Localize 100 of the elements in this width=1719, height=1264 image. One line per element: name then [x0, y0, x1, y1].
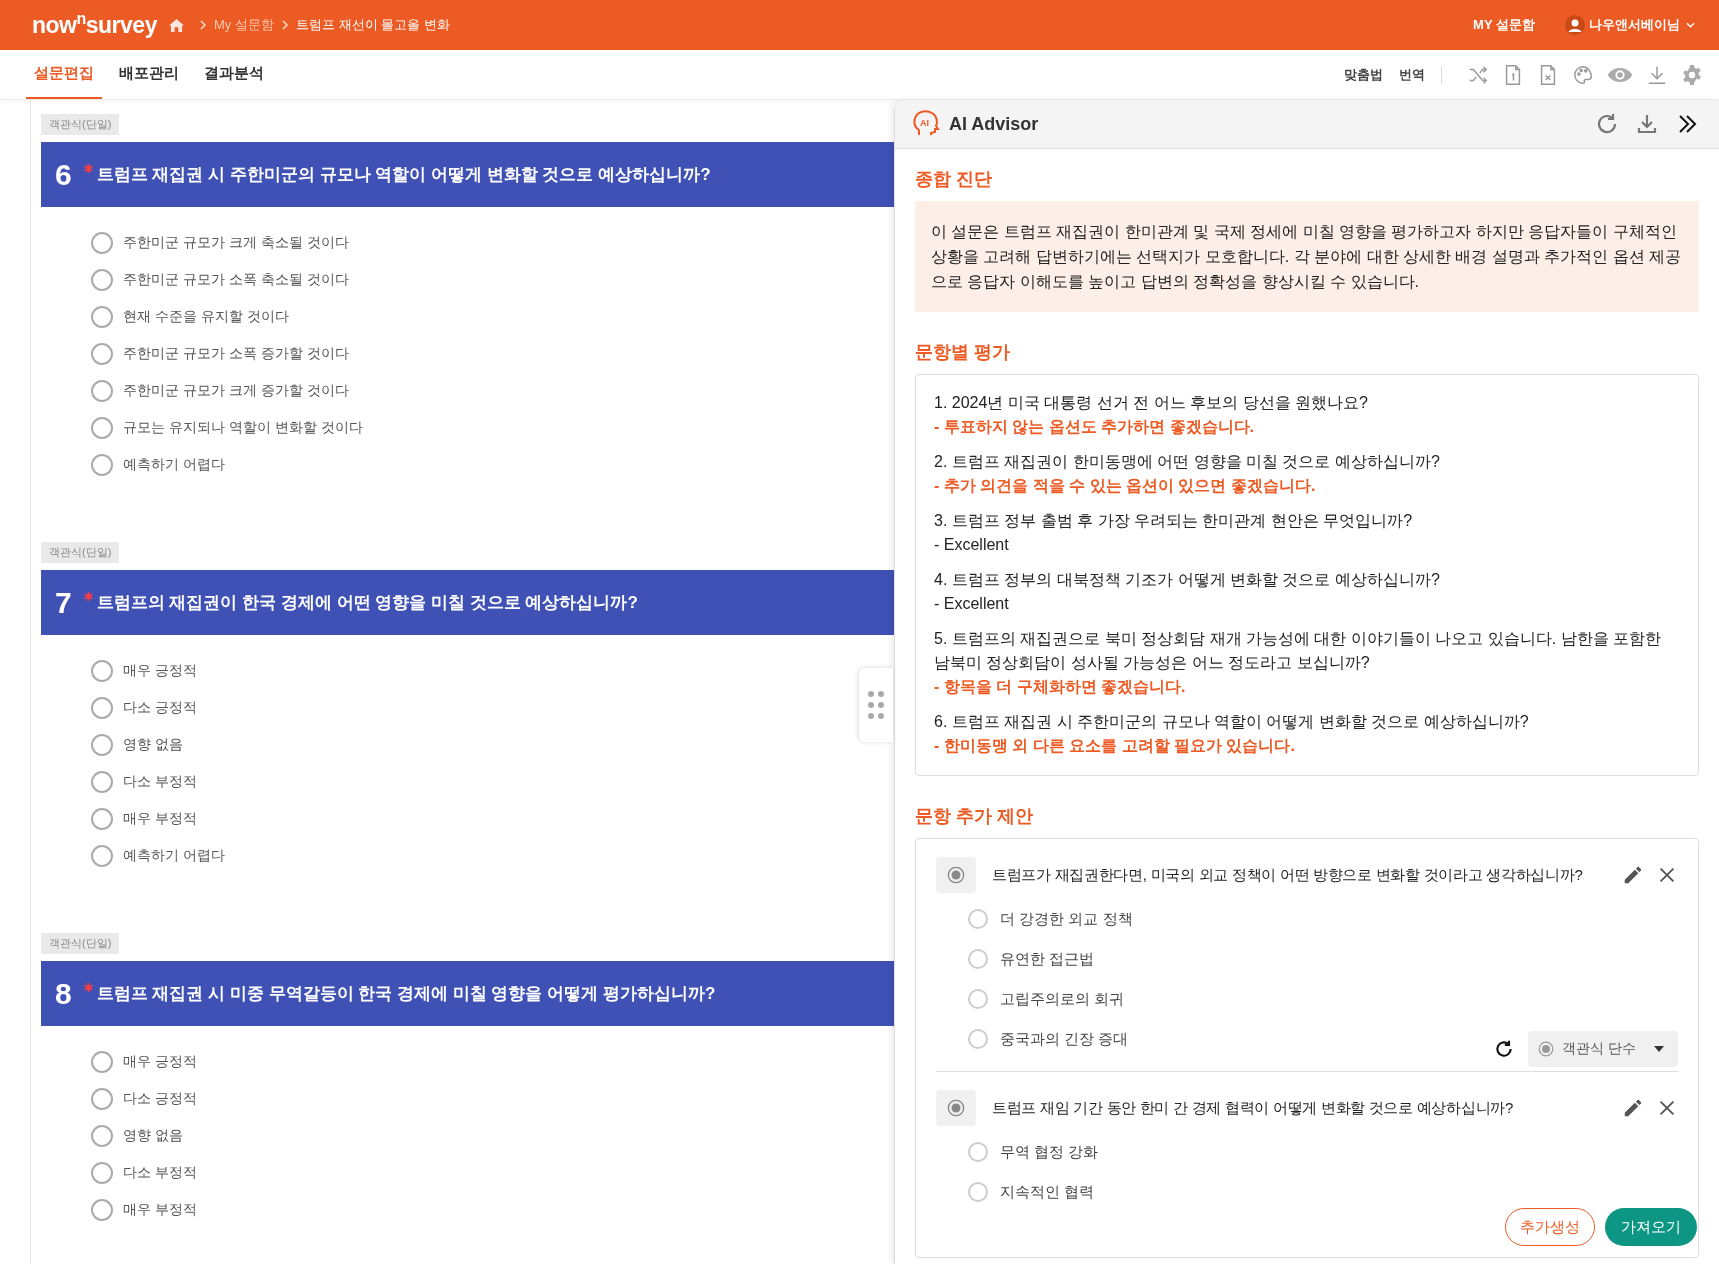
- settings-icon[interactable]: [1681, 63, 1703, 86]
- section-heading: 문항별 평가: [915, 341, 1011, 364]
- option-label: 지속적인 협력: [1000, 1182, 1095, 1202]
- radio-button[interactable]: [91, 453, 113, 476]
- option-label: 매우 긍정적: [123, 1052, 197, 1071]
- radio-button[interactable]: [91, 416, 113, 439]
- radio-button[interactable]: [91, 807, 113, 830]
- suggested-question-title: 트럼프가 재집권한다면, 미국의 외교 정책이 어떤 방향으로 변화할 것이라고 생각하십니까?: [992, 865, 1584, 885]
- option-label: 다소 긍정적: [123, 698, 197, 717]
- chevron-icon: [281, 20, 288, 30]
- toolbar-link[interactable]: 번역: [1399, 65, 1425, 84]
- evaluation-comment: - 투표하지 않는 옵션도 추가하면 좋겠습니다.: [934, 417, 1255, 437]
- radio-button[interactable]: [91, 696, 113, 719]
- option-label: 영향 없음: [123, 735, 183, 754]
- radio-button[interactable]: [968, 909, 988, 929]
- radio-button[interactable]: [968, 1182, 988, 1202]
- evaluation-question: 1. 2024년 미국 대통령 선거 전 어느 후보의 당선을 원했나요?: [934, 393, 1369, 413]
- option-label: 주한미군 규모가 크게 증가할 것이다: [123, 381, 349, 400]
- panel-title: AI Advisor: [949, 113, 1039, 135]
- radio-button[interactable]: [91, 268, 113, 291]
- option-label: 주한미군 규모가 소폭 증가할 것이다: [123, 344, 349, 363]
- refresh-icon[interactable]: [1494, 1039, 1514, 1059]
- chevron-icon: [199, 20, 206, 30]
- option-label: 주한미군 규모가 크게 축소될 것이다: [123, 233, 349, 252]
- question-number: 7: [55, 585, 72, 620]
- breadcrumb-link[interactable]: 트럼프 재선이 몰고올 변화: [295, 16, 450, 34]
- radio-button[interactable]: [968, 949, 988, 969]
- radio-button[interactable]: [91, 1087, 113, 1110]
- section-heading: 문항 추가 제안: [915, 805, 1034, 828]
- radio-type-icon: [936, 1090, 976, 1126]
- question-title: 트럼프의 재집권이 한국 경제에 어떤 영향을 미칠 것으로 예상하십니까?: [96, 592, 638, 614]
- radio-button[interactable]: [91, 844, 113, 867]
- tab[interactable]: 설문편집: [26, 50, 102, 99]
- option-label: 매우 부정적: [123, 809, 197, 828]
- radio-button[interactable]: [91, 733, 113, 756]
- radio-button[interactable]: [91, 342, 113, 365]
- question-type-tag: 객관식(단일): [41, 542, 120, 563]
- radio-button[interactable]: [968, 989, 988, 1009]
- question-title: 트럼프 재집권 시 주한미군의 규모나 역할이 어떻게 변화할 것으로 예상하십니까?: [96, 164, 711, 186]
- radio-button[interactable]: [968, 1029, 988, 1049]
- question-title: 트럼프 재집권 시 미중 무역갈등이 한국 경제에 미칠 영향을 어떻게 평가하십니까?: [96, 983, 716, 1005]
- option-label: 예측하기 어렵다: [123, 455, 225, 474]
- option-label: 유연한 접근법: [1000, 949, 1095, 969]
- section-heading: 종합 진단: [915, 168, 993, 191]
- option-label: 중국과의 긴장 증대: [1000, 1029, 1129, 1049]
- radio-type-icon: [1538, 1041, 1554, 1057]
- option-label: 고립주의로의 회귀: [1000, 989, 1125, 1009]
- option-label: 현재 수준을 유지할 것이다: [123, 307, 289, 326]
- radio-button[interactable]: [91, 379, 113, 402]
- option-label: 더 강경한 외교 정책: [1000, 909, 1133, 929]
- option-label: 주한미군 규모가 소폭 축소될 것이다: [123, 270, 349, 289]
- radio-button[interactable]: [91, 1124, 113, 1147]
- radio-button[interactable]: [91, 659, 113, 682]
- option-label: 매우 긍정적: [123, 661, 197, 680]
- option-label: 규모는 유지되나 역할이 변화할 것이다: [123, 418, 363, 437]
- question-number: 8: [55, 976, 72, 1011]
- radio-button[interactable]: [91, 231, 113, 254]
- option-label: 매우 부정적: [123, 1200, 197, 1219]
- tab[interactable]: 결과분석: [196, 50, 272, 99]
- question-type-dropdown[interactable]: 객관식 단수: [1528, 1031, 1678, 1067]
- tab[interactable]: 배포관리: [111, 50, 187, 99]
- option-label: 예측하기 어렵다: [123, 846, 225, 865]
- user-avatar-icon: [1565, 15, 1585, 35]
- evaluation-comment: - Excellent: [934, 594, 1010, 614]
- caret-icon: [1686, 22, 1695, 28]
- radio-button[interactable]: [91, 770, 113, 793]
- toolbar-link[interactable]: 맞춤법: [1344, 65, 1383, 84]
- palette-icon[interactable]: [1572, 63, 1594, 86]
- radio-button[interactable]: [968, 1142, 988, 1162]
- user-menu[interactable]: 나우앤서베이님: [1589, 16, 1680, 34]
- radio-button[interactable]: [91, 1198, 113, 1221]
- question-type-tag: 객관식(단일): [41, 933, 120, 954]
- option-label: 영향 없음: [123, 1126, 183, 1145]
- diagnosis-text: 이 설문은 트럼프 재집권이 한미관계 및 국제 정세에 미칠 영향을 평가하고자 하지만 응답자들이 구체적인 상황을 고려해 답변하기에는 선택지가 모호합니다. 각 분야에 대한 상세한 배경 설명과 추가적인 옵션 제공으로 응답자 이해도를 높이고 답변의 정확성을 향상시킬 수 있습니다.: [915, 201, 1699, 312]
- question-type-tag: 객관식(단일): [41, 114, 120, 135]
- edit-icon[interactable]: [1622, 864, 1644, 886]
- option-label: 다소 긍정적: [123, 1089, 197, 1108]
- generate-more-button[interactable]: 추가생성: [1505, 1208, 1595, 1246]
- edit-icon[interactable]: [1622, 1097, 1644, 1119]
- breadcrumb-link[interactable]: My 설문함: [213, 16, 274, 34]
- evaluation-question: 3. 트럼프 정부 출범 후 가장 우려되는 한미관계 현안은 무엇입니까?: [934, 511, 1414, 531]
- radio-button[interactable]: [91, 305, 113, 328]
- option-label: 다소 부정적: [123, 772, 197, 791]
- evaluation-question: 4. 트럼프 정부의 대북정책 기조가 어떻게 변화할 것으로 예상하십니까?: [934, 570, 1441, 590]
- logo[interactable]: now$^{n}$survey: [32, 11, 157, 39]
- import-button[interactable]: 가져오기: [1605, 1208, 1697, 1246]
- evaluation-comment: - Excellent: [934, 535, 1010, 555]
- radio-button[interactable]: [91, 1161, 113, 1184]
- radio-type-icon: [936, 857, 976, 893]
- my-surveys-link[interactable]: MY 설문함: [1473, 16, 1535, 34]
- radio-button[interactable]: [91, 1050, 113, 1073]
- home-icon[interactable]: [168, 18, 184, 32]
- drag-handle[interactable]: [859, 668, 893, 742]
- download-icon[interactable]: [1635, 112, 1659, 136]
- option-label: 다소 부정적: [123, 1163, 197, 1182]
- evaluation-comment: - 추가 의견을 적을 수 있는 옵션이 있으면 좋겠습니다.: [934, 476, 1317, 496]
- evaluation-question: 2. 트럼프 재집권이 한미동맹에 어떤 영향을 미칠 것으로 예상하십니까?: [934, 452, 1441, 472]
- suggested-question-title: 트럼프 재임 기간 동안 한미 간 경제 협력이 어떻게 변화할 것으로 예상하십니까?: [992, 1098, 1514, 1118]
- evaluation-question: 5. 트럼프의 재집권으로 북미 정상회담 재개 가능성에 대한 이야기들이 나오고 있습니다. 남한을 포함한 남북미 정상회담이 성사될 가능성은 어느 정도라고 보십니까?: [934, 629, 1663, 673]
- evaluation-comment: - 항목을 더 구체화하면 좋겠습니다.: [934, 677, 1187, 697]
